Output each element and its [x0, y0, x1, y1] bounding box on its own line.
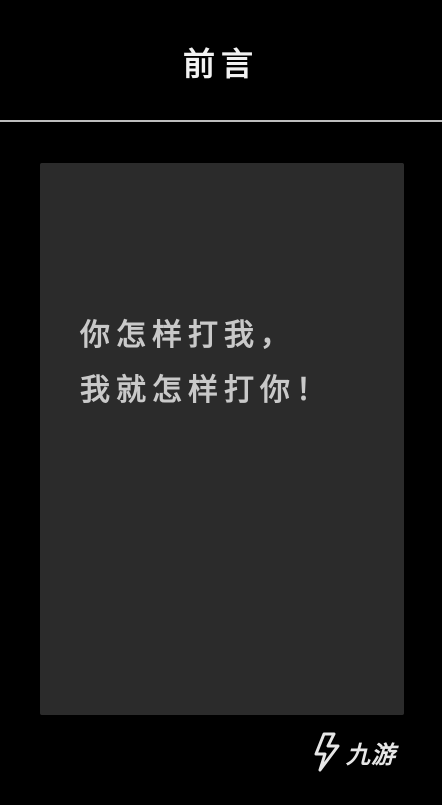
watermark-text: 九游	[346, 740, 396, 769]
header-divider	[0, 120, 442, 122]
nine-game-logo-icon	[312, 732, 342, 772]
intro-panel[interactable]: 你怎样打我， 我就怎样打你！	[40, 163, 404, 715]
intro-line-1: 你怎样打我，	[80, 318, 296, 353]
intro-line-2: 我就怎样打你！	[80, 373, 332, 408]
page-title: 前言	[182, 45, 259, 83]
watermark: 九游	[312, 730, 396, 774]
header: 前言	[0, 0, 442, 120]
intro-text: 你怎样打我， 我就怎样打你！	[80, 308, 400, 418]
